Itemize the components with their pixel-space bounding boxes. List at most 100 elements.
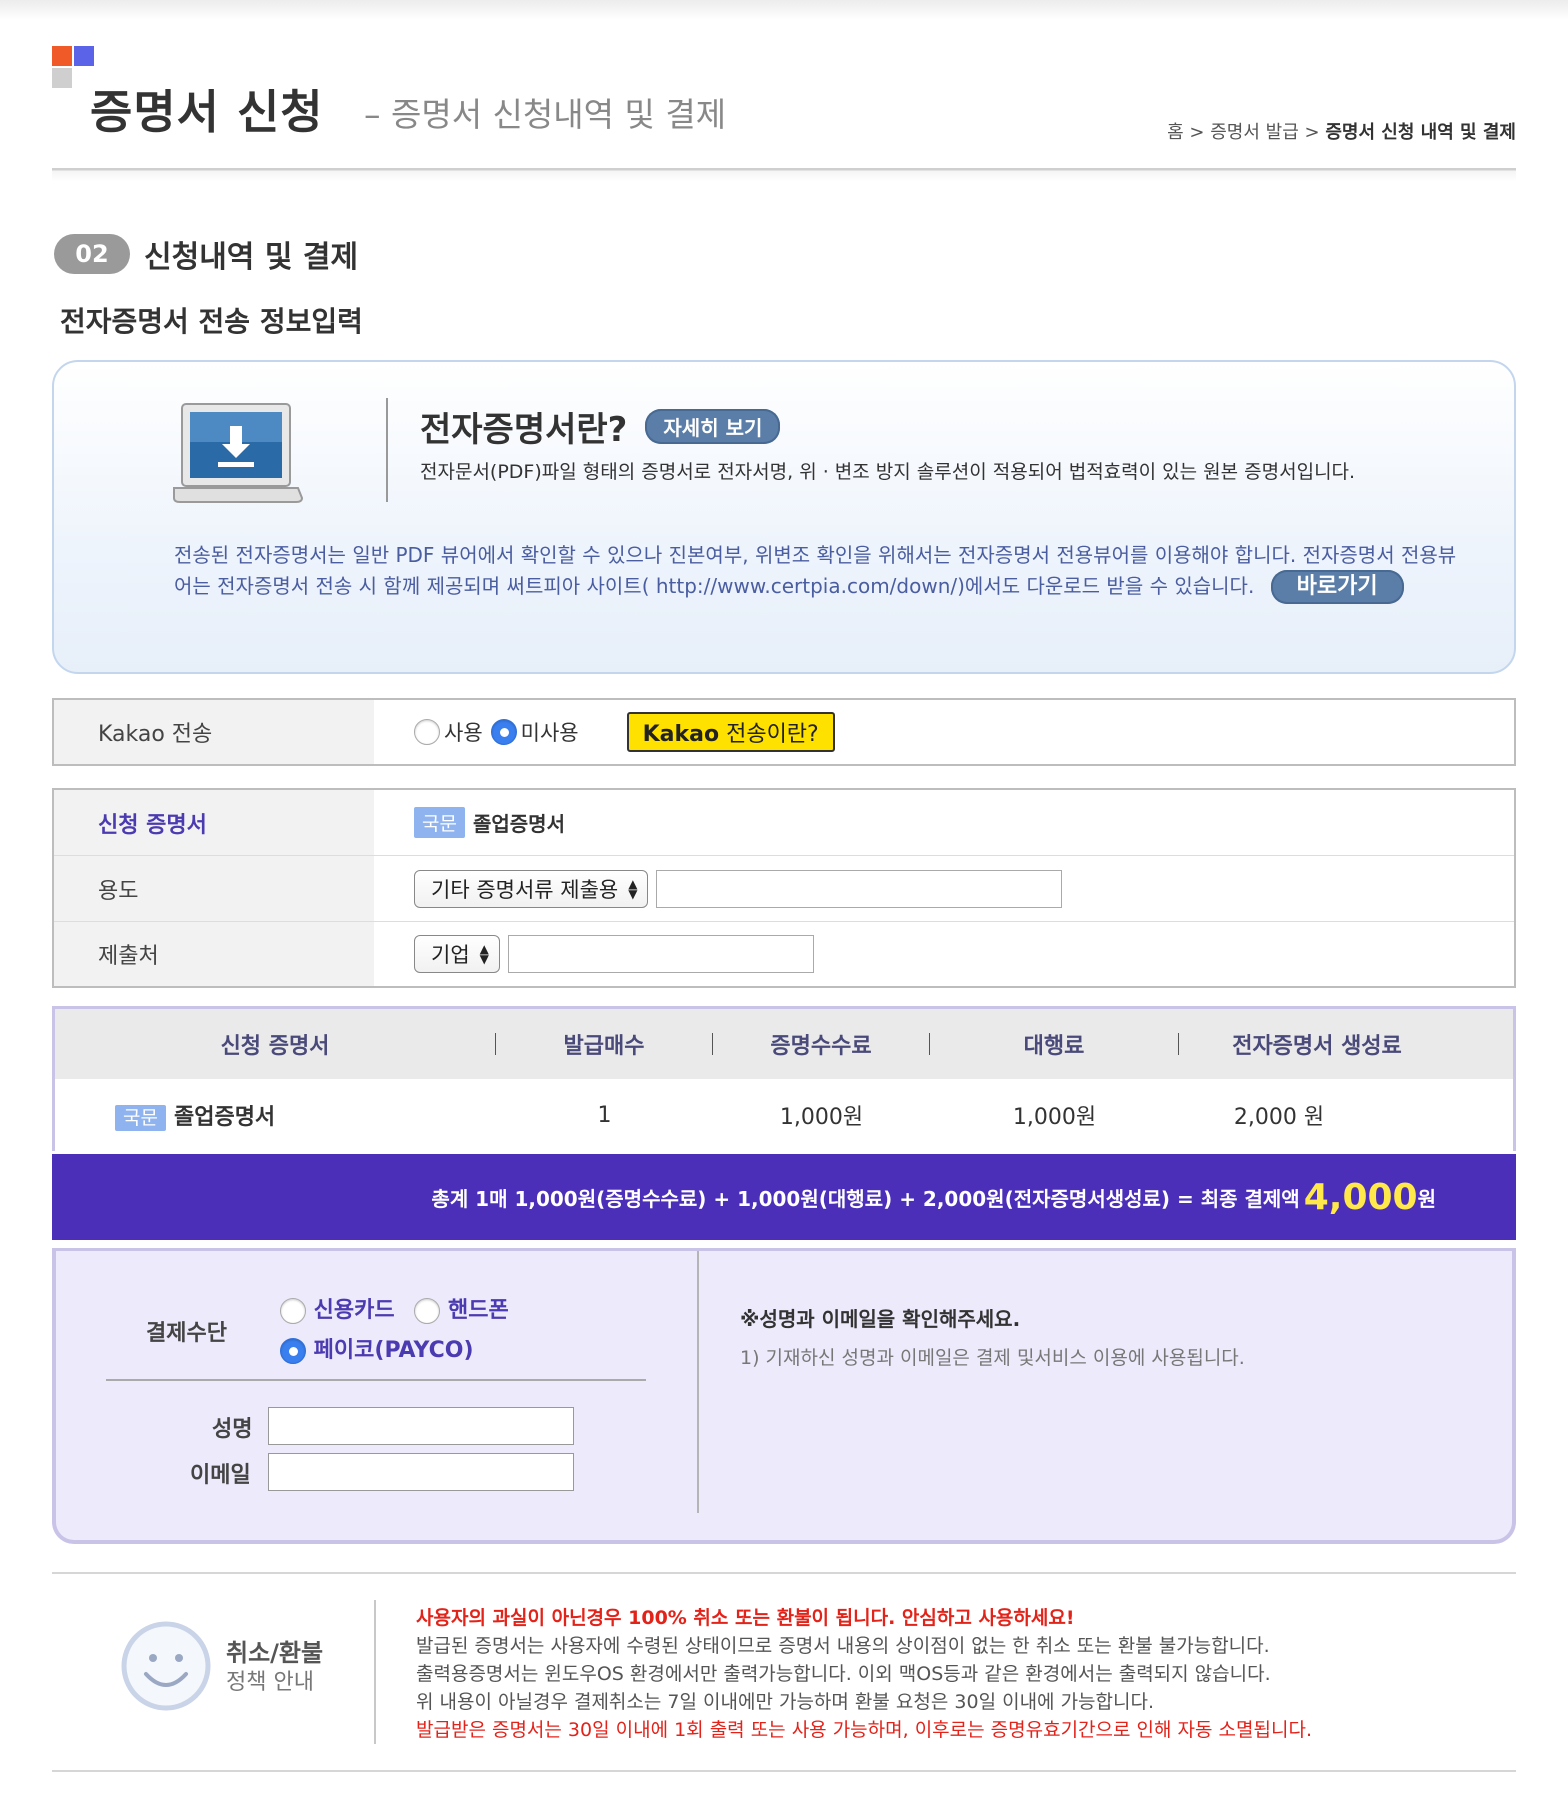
info-title: 전자증명서란? 자세히 보기 xyxy=(420,402,781,451)
purpose-select[interactable]: 기타 증명서류 제출용 ▲ ▼ xyxy=(414,869,649,908)
kakao-unuse-label[interactable]: 미사용 xyxy=(521,717,579,747)
breadcrumb-current: 증명서 신청 내역 및 결제 xyxy=(1325,122,1516,143)
policy-line: 사용자의 과실이 아닌경우 100% 취소 또는 환불이 됩니다. 안심하고 사… xyxy=(416,1607,1075,1629)
e-cert-info-box: 전자증명서란? 자세히 보기 전자문서(PDF)파일 형태의 증명서로 전자서명… xyxy=(52,360,1516,674)
payment-note-title: ※성명과 이메일을 확인해주세요. xyxy=(740,1307,1021,1331)
kakao-info-button[interactable]: Kakao 전송이란? xyxy=(626,712,835,752)
info-long-body: 전송된 전자증명서는 일반 PDF 뷰어에서 확인할 수 있으나 진본여부, 위… xyxy=(174,543,1457,598)
info-description: 전자문서(PDF)파일 형태의 증명서로 전자서명, 위 · 변조 방지 솔루션… xyxy=(420,461,1356,483)
step-label: 신청내역 및 결제 xyxy=(144,240,359,275)
fee-cert-fee: 1,000원 xyxy=(779,1105,864,1130)
name-label: 성명 xyxy=(212,1417,253,1442)
cert-form-table: 신청 증명서 국문 졸업증명서 용도 기타 증명서류 제출용 ▲ ▼ 제출처 기업… xyxy=(52,788,1516,988)
select-arrows-icon: ▲ ▼ xyxy=(479,942,489,966)
breadcrumb-sep: > xyxy=(1304,122,1320,143)
fee-cert-name: 졸업증명서 xyxy=(173,1105,276,1130)
go-button[interactable]: 바로가기 xyxy=(1270,570,1404,604)
policy-subtitle: 정책 안내 xyxy=(226,1670,314,1695)
kakao-unuse-radio[interactable] xyxy=(490,719,517,745)
payment-options: 신용카드 핸드폰 페이코(PAYCO) xyxy=(280,1291,509,1371)
cert-value: 국문 졸업증명서 xyxy=(374,807,1514,838)
kakao-label: Kakao 전송 xyxy=(54,700,374,764)
policy-top-line xyxy=(52,1572,1516,1574)
card-label[interactable]: 신용카드 xyxy=(314,1298,395,1323)
step-number: 02 xyxy=(54,234,130,274)
payment-row: 페이코(PAYCO) xyxy=(280,1331,509,1371)
purpose-select-value: 기타 증명서류 제출용 xyxy=(431,877,619,902)
breadcrumb-issue[interactable]: 증명서 발급 xyxy=(1210,122,1299,143)
page-header: 증명서 신청 – 증명서 신청내역 및 결제 홈 > 증명서 발급 > 증명서 … xyxy=(52,46,1516,170)
payment-panel: 결제수단 신용카드 핸드폰 페이코(PAYCO) 성명 이메일 ※성명과 이메일… xyxy=(52,1248,1516,1544)
kakao-use-radio[interactable] xyxy=(414,719,440,745)
fee-header-row: 신청 증명서 발급매수 증명수수료 대행료 전자증명서 생성료 xyxy=(55,1009,1513,1079)
dest-row: 제출처 기업 ▲ ▼ xyxy=(54,922,1514,986)
breadcrumb-home[interactable]: 홈 xyxy=(1167,122,1184,143)
cert-row: 신청 증명서 국문 졸업증명서 xyxy=(54,790,1514,856)
fee-gen: 2,000 원 xyxy=(1233,1105,1325,1130)
purpose-row: 용도 기타 증명서류 제출용 ▲ ▼ xyxy=(54,856,1514,922)
card-radio[interactable] xyxy=(280,1298,306,1324)
payco-radio[interactable] xyxy=(280,1338,306,1364)
fee-cert-cell: 국문 졸업증명서 xyxy=(55,1099,496,1131)
kakao-table: Kakao 전송 사용 미사용 Kakao 전송이란? xyxy=(52,698,1516,766)
breadcrumb-sep: > xyxy=(1189,122,1205,143)
email-label: 이메일 xyxy=(190,1463,251,1488)
top-shade xyxy=(0,0,1568,20)
payment-row: 신용카드 핸드폰 xyxy=(280,1291,509,1331)
payco-label[interactable]: 페이코(PAYCO) xyxy=(314,1338,474,1363)
detail-button[interactable]: 자세히 보기 xyxy=(645,409,781,444)
fee-header: 신청 증명서 xyxy=(220,1034,330,1059)
name-input[interactable] xyxy=(268,1407,574,1445)
phone-label[interactable]: 핸드폰 xyxy=(448,1298,509,1323)
kakao-info-rest: 전송이란? xyxy=(719,722,819,747)
policy-line: 발급된 증명서는 사용자에 수령된 상태이므로 증명서 내용의 상이점이 없는 … xyxy=(416,1635,1270,1657)
total-unit: 원 xyxy=(1417,1186,1436,1211)
info-long-text: 전송된 전자증명서는 일반 PDF 뷰어에서 확인할 수 있으나 진본여부, 위… xyxy=(174,540,1474,604)
title-deco-icon xyxy=(52,68,72,88)
policy-line: 출력용증명서는 윈도우OS 환경에서만 출력가능합니다. 이외 맥OS등과 같은… xyxy=(416,1663,1271,1685)
cert-name: 졸업증명서 xyxy=(472,812,565,836)
policy-line: 발급받은 증명서는 30일 이내에 1회 출력 또는 사용 가능하며, 이후로는… xyxy=(416,1719,1312,1741)
total-text: 총계 1매 1,000원(증명수수료) + 1,000원(대행료) + 2,00… xyxy=(431,1186,1300,1211)
kakao-row: Kakao 전송 사용 미사용 Kakao 전송이란? xyxy=(54,700,1514,764)
title-deco-icon xyxy=(74,46,94,66)
policy-text: 사용자의 과실이 아닌경우 100% 취소 또는 환불이 됩니다. 안심하고 사… xyxy=(416,1604,1312,1744)
page-title: 증명서 신청 xyxy=(90,85,324,139)
policy-bottom-line xyxy=(52,1770,1516,1772)
dest-select[interactable]: 기업 ▲ ▼ xyxy=(414,935,500,973)
step-heading: 02 신청내역 및 결제 xyxy=(54,232,358,276)
header-divider xyxy=(52,168,1516,182)
phone-radio[interactable] xyxy=(414,1298,441,1324)
laptop-download-icon xyxy=(173,403,304,503)
policy-title-text: 취소/환불 xyxy=(226,1639,324,1667)
total-amount: 4,000 xyxy=(1303,1176,1418,1218)
smiley-icon xyxy=(121,1621,211,1711)
kakao-use-label[interactable]: 사용 xyxy=(444,717,483,747)
dest-input[interactable] xyxy=(507,935,814,973)
policy-title: 취소/환불 정책 안내 xyxy=(226,1638,323,1698)
payment-note-text: 1) 기재하신 성명과 이메일은 결제 및서비스 이용에 사용됩니다. xyxy=(740,1347,1245,1369)
dest-label: 제출처 xyxy=(54,922,374,986)
info-title-text: 전자증명서란? xyxy=(420,410,628,450)
purpose-value: 기타 증명서류 제출용 ▲ ▼ xyxy=(374,869,1514,908)
purpose-input[interactable] xyxy=(656,869,1063,908)
kakao-info-bold: Kakao xyxy=(642,722,720,747)
lang-tag: 국문 xyxy=(115,1105,166,1131)
fee-agency: 1,000원 xyxy=(1012,1105,1097,1130)
page-subtitle: – 증명서 신청내역 및 결제 xyxy=(364,95,727,134)
fee-header: 발급매수 xyxy=(563,1034,645,1059)
info-divider xyxy=(386,398,388,502)
dest-value: 기업 ▲ ▼ xyxy=(374,935,1514,973)
policy-line: 위 내용이 아닐경우 결제취소는 7일 이내에만 가능하며 환불 요청은 30일… xyxy=(416,1691,1155,1713)
payment-label: 결제수단 xyxy=(146,1321,227,1346)
policy-divider xyxy=(374,1600,376,1744)
section-title: 전자증명서 전송 정보입력 xyxy=(60,305,363,338)
cert-label: 신청 증명서 xyxy=(54,790,374,855)
email-input[interactable] xyxy=(268,1453,574,1491)
fee-data-row: 국문 졸업증명서 1 1,000원 1,000원 2,000 원 xyxy=(55,1079,1513,1151)
select-arrows-icon: ▲ ▼ xyxy=(628,876,638,901)
kakao-options: 사용 미사용 Kakao 전송이란? xyxy=(374,712,1514,752)
dest-select-value: 기업 xyxy=(431,943,470,967)
lang-tag: 국문 xyxy=(414,807,465,838)
fee-header: 증명수수료 xyxy=(770,1034,872,1059)
